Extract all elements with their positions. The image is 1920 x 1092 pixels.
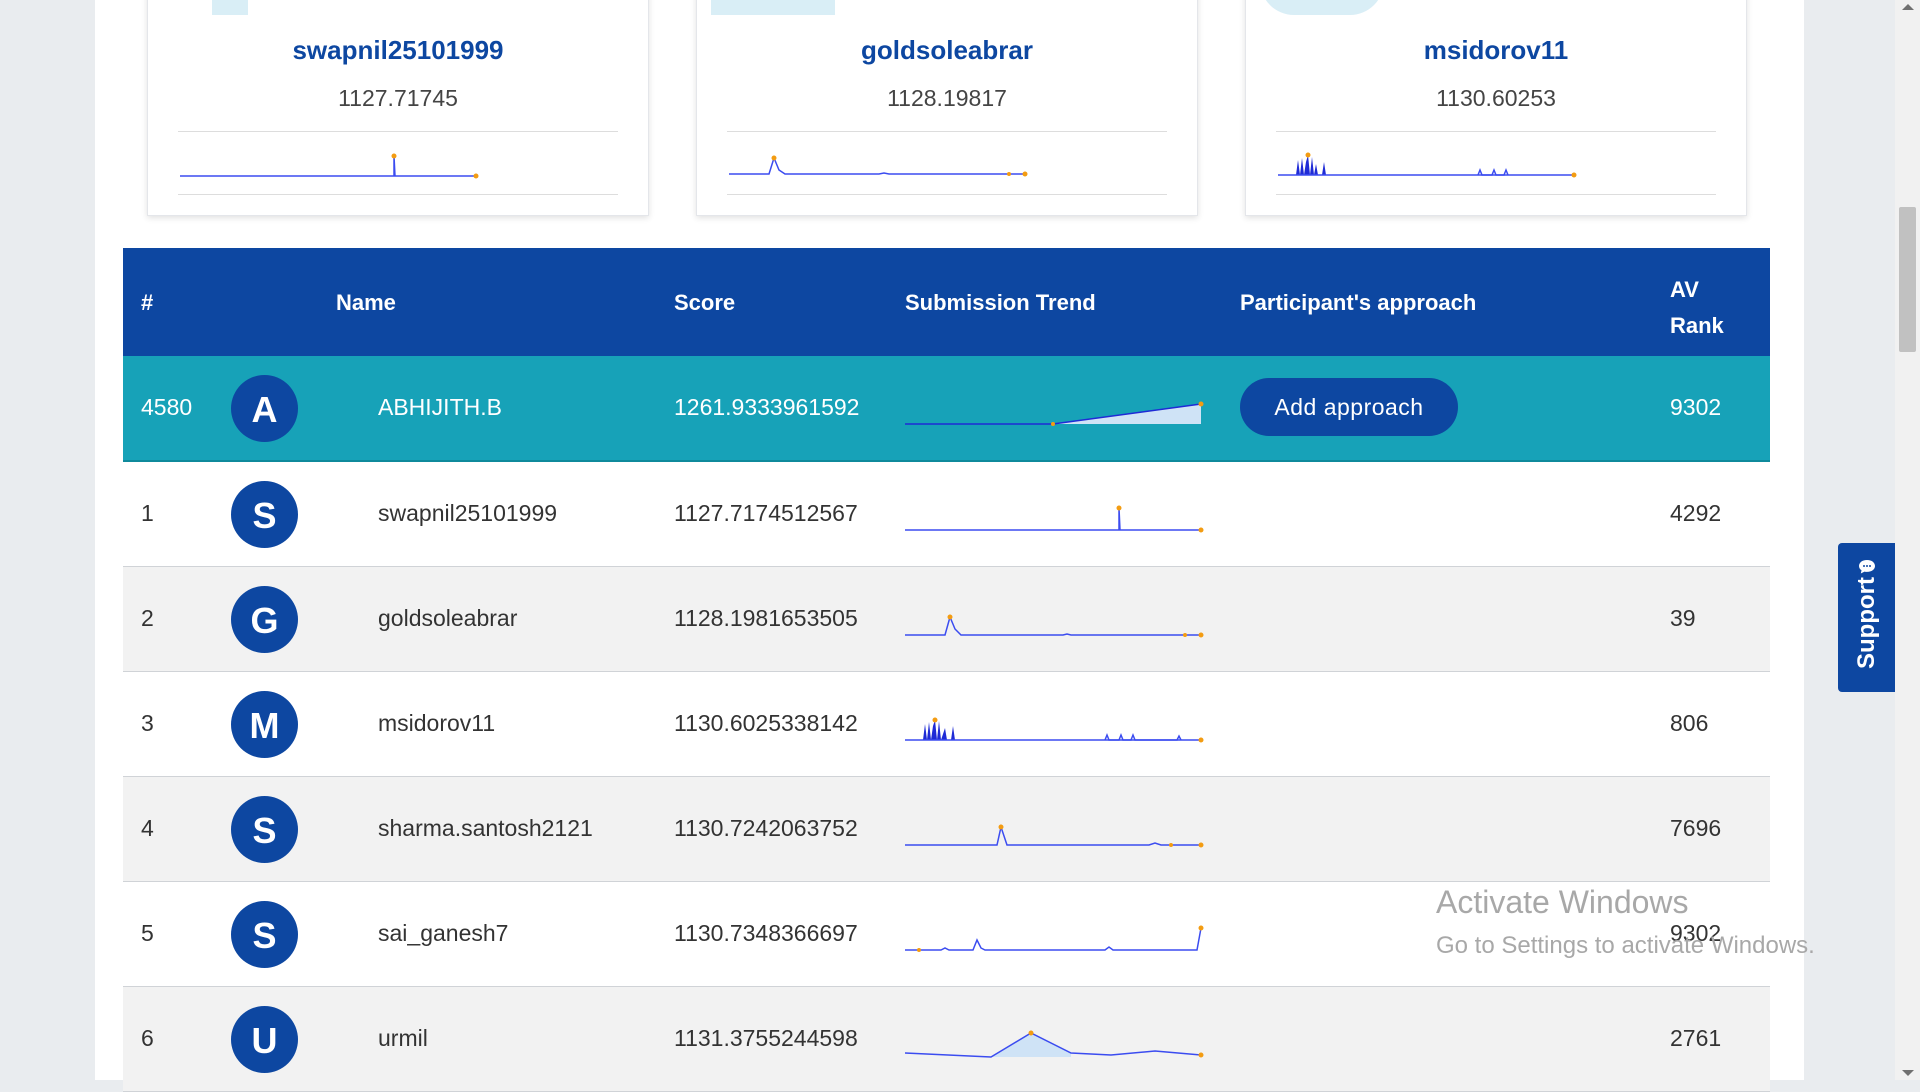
table-row: 1 S swapnil25101999 1127.7174512567 4292	[123, 462, 1770, 567]
scrollbar-thumb[interactable]	[1899, 207, 1916, 352]
table-header: # Name Score Submission Trend Participan…	[123, 248, 1770, 356]
podium-name[interactable]: swapnil25101999	[148, 35, 648, 66]
card-decoration	[212, 0, 248, 15]
podium-trend	[1276, 131, 1716, 195]
row-trend-chart	[905, 925, 1204, 952]
row-rank: 4	[141, 815, 154, 841]
podium-trend	[727, 131, 1167, 195]
row-score: 1130.7348366697	[674, 920, 858, 946]
row-username[interactable]: sai_ganesh7	[378, 920, 508, 947]
row-trend-chart	[905, 717, 1204, 743]
header-approach: Participant's approach	[1240, 290, 1477, 315]
header-submission-trend: Submission Trend	[905, 290, 1096, 315]
row-av-rank: 9302	[1670, 394, 1722, 420]
windows-watermark-title: Activate Windows	[1436, 884, 1689, 920]
podium-name[interactable]: goldsoleabrar	[697, 35, 1197, 66]
podium-trend	[178, 131, 618, 195]
support-label: Support	[1852, 577, 1880, 669]
podium-score: 1130.60253	[1436, 85, 1556, 111]
table-row: 4 S sharma.santosh2121 1130.7242063752 7…	[123, 777, 1770, 882]
row-score: 1131.3755244598	[674, 1025, 858, 1051]
podium-trend-chart	[1278, 152, 1577, 178]
scroll-up-arrow-icon[interactable]	[1902, 4, 1914, 10]
podium-card-1[interactable]: swapnil25101999 1127.71745	[147, 0, 649, 216]
podium-trend-chart	[729, 155, 1028, 177]
row-trend-chart	[905, 824, 1204, 848]
row-username[interactable]: ABHIJITH.B	[378, 394, 502, 421]
avatar: A	[231, 375, 298, 442]
scroll-down-arrow-icon[interactable]	[1902, 1070, 1914, 1076]
row-score: 1127.7174512567	[674, 500, 858, 526]
row-trend-chart	[905, 505, 1204, 533]
podium-trend-chart	[180, 153, 479, 179]
podium-score: 1127.71745	[338, 85, 458, 111]
card-decoration	[1260, 0, 1384, 15]
table-row: 2 G goldsoleabrar 1128.1981653505 39	[123, 567, 1770, 672]
row-av-rank: 39	[1670, 605, 1696, 631]
row-rank: 4580	[141, 394, 193, 420]
support-tab-button[interactable]: Support	[1838, 543, 1895, 692]
header-score[interactable]: Score	[674, 290, 735, 316]
card-decoration	[711, 0, 835, 15]
header-av-rank-line1: AV	[1670, 277, 1699, 302]
header-rank: #	[141, 290, 154, 315]
leaderboard-table: # Name Score Submission Trend Participan…	[123, 248, 1770, 1092]
header-av-rank-line2: Rank	[1670, 313, 1724, 338]
podium-card-2[interactable]: goldsoleabrar 1128.19817	[696, 0, 1198, 216]
row-av-rank: 7696	[1670, 815, 1722, 841]
vertical-scrollbar[interactable]	[1895, 0, 1920, 1080]
row-av-rank: 806	[1670, 710, 1709, 736]
row-rank: 5	[141, 920, 154, 946]
row-username[interactable]: goldsoleabrar	[378, 605, 517, 632]
row-av-rank: 4292	[1670, 500, 1722, 526]
row-score: 1130.6025338142	[674, 710, 858, 736]
row-score: 1130.7242063752	[674, 815, 858, 841]
add-approach-button[interactable]: Add approach	[1240, 378, 1458, 436]
row-username[interactable]: sharma.santosh2121	[378, 815, 593, 842]
avatar: M	[231, 691, 298, 758]
table-row: 6 U urmil 1131.3755244598 2761	[123, 987, 1770, 1092]
row-trend-chart	[905, 1030, 1204, 1058]
windows-watermark-subtitle: Go to Settings to activate Windows.	[1436, 932, 1815, 959]
row-rank: 1	[141, 500, 154, 526]
podium-name[interactable]: msidorov11	[1246, 35, 1746, 66]
podium-score: 1128.19817	[887, 85, 1007, 111]
row-trend-chart	[905, 614, 1204, 638]
avatar: U	[231, 1006, 298, 1073]
chat-bubble-icon	[1859, 560, 1875, 574]
row-username[interactable]: swapnil25101999	[378, 500, 557, 527]
header-av-rank: AV Rank	[1670, 272, 1724, 344]
row-av-rank: 2761	[1670, 1025, 1722, 1051]
row-trend-chart	[905, 401, 1204, 426]
row-username[interactable]: urmil	[378, 1025, 428, 1052]
avatar: S	[231, 901, 298, 968]
row-rank: 3	[141, 710, 154, 736]
table-row-current-user: 4580 A ABHIJITH.B 1261.9333961592 Add ap…	[123, 356, 1770, 462]
row-username[interactable]: msidorov11	[378, 710, 495, 737]
table-row: 3 M msidorov11 1130.6025338142 806	[123, 672, 1770, 777]
avatar: S	[231, 796, 298, 863]
row-rank: 2	[141, 605, 154, 631]
avatar: G	[231, 586, 298, 653]
row-score: 1261.9333961592	[674, 394, 860, 420]
row-rank: 6	[141, 1025, 154, 1051]
podium-card-3[interactable]: msidorov11 1130.60253	[1245, 0, 1747, 216]
header-name[interactable]: Name	[336, 290, 396, 316]
avatar: S	[231, 481, 298, 548]
row-score: 1128.1981653505	[674, 605, 858, 631]
